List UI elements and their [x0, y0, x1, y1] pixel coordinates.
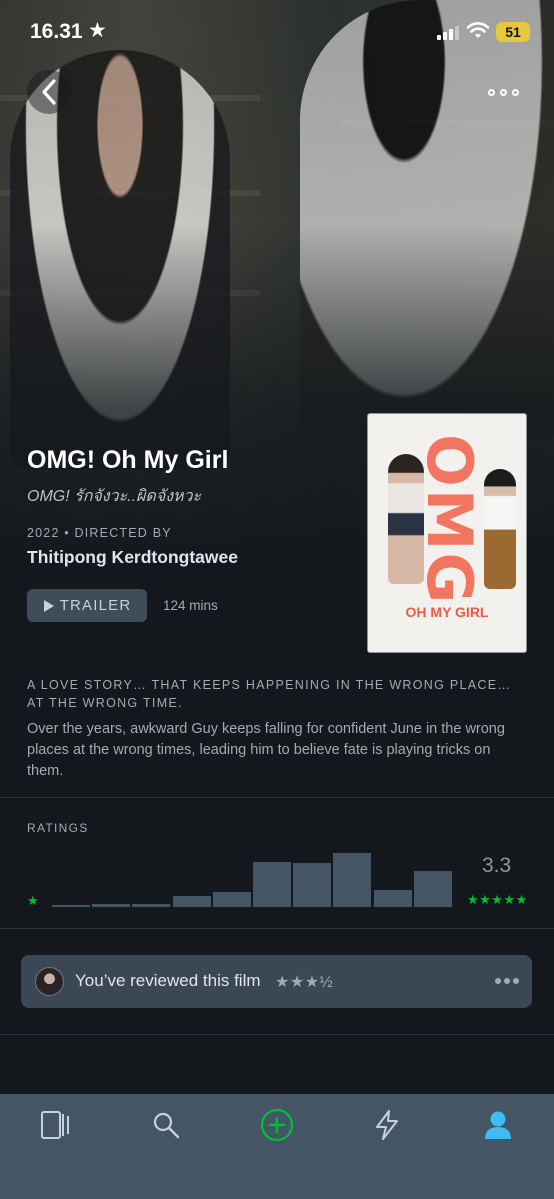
review-status-text: You’ve reviewed this film — [75, 971, 261, 990]
trailer-button[interactable]: TRAILER — [27, 589, 147, 622]
back-button[interactable] — [27, 70, 71, 114]
tab-films[interactable] — [36, 1108, 76, 1142]
more-options-button[interactable] — [478, 72, 528, 112]
histogram-bar — [333, 853, 372, 907]
more-dot-icon — [513, 978, 519, 984]
ratings-heading: RATINGS — [27, 821, 89, 835]
ratings-histogram[interactable] — [52, 840, 454, 907]
histogram-bar — [293, 863, 332, 907]
review-more-button[interactable] — [495, 973, 521, 989]
wifi-icon — [467, 22, 489, 38]
add-icon — [260, 1108, 294, 1142]
more-dot-icon — [511, 88, 519, 96]
search-icon — [153, 1112, 180, 1139]
histogram-bar — [373, 890, 412, 907]
status-bar: 16.31 ★ 51 — [0, 0, 554, 62]
tab-activity[interactable] — [367, 1108, 407, 1142]
more-dot-icon — [504, 978, 510, 984]
histogram-bar — [52, 905, 90, 907]
histogram-bar — [413, 871, 452, 907]
histogram-bar — [92, 904, 131, 907]
divider — [0, 928, 554, 929]
rating-max-stars-icon: ★★★★★ — [467, 892, 528, 907]
divider — [0, 1034, 554, 1035]
chevron-left-icon — [42, 79, 56, 105]
synopsis[interactable]: Over the years, awkward Guy keeps fallin… — [27, 719, 527, 782]
histogram-bar — [172, 896, 211, 907]
director-link[interactable]: Thitipong Kerdtongtawee — [27, 547, 238, 568]
your-review-bar[interactable]: You’ve reviewed this film ★★★½ — [21, 955, 532, 1008]
more-dot-icon — [487, 88, 495, 96]
histogram-bar — [132, 904, 171, 907]
battery-icon: 51 — [496, 22, 530, 42]
bottom-tab-bar — [0, 1094, 554, 1199]
histogram-bar — [212, 892, 251, 907]
tab-profile[interactable] — [478, 1108, 518, 1142]
film-alternative-title: OMG! รักจังวะ..ผิดจังหวะ — [27, 488, 202, 505]
status-time: 16.31 — [30, 20, 83, 43]
rating-min-star-icon: ★ — [27, 893, 39, 908]
poster-subtitle-art: OH MY GIRL — [405, 604, 489, 620]
film-title: OMG! Oh My Girl — [27, 446, 229, 474]
film-poster[interactable]: OMG OH MY GIRL — [367, 413, 527, 653]
film-year-director-label: 2022 • DIRECTED BY — [27, 526, 172, 540]
signal-icon — [437, 26, 459, 40]
lightning-icon — [376, 1110, 398, 1140]
play-icon — [43, 599, 54, 612]
tagline: A LOVE STORY… THAT KEEPS HAPPENING IN TH… — [27, 678, 512, 710]
average-rating: 3.3 — [482, 854, 512, 877]
avatar — [35, 967, 64, 996]
runtime: 124 mins — [163, 598, 218, 613]
review-stars: ★★★½ — [275, 974, 334, 991]
more-dot-icon — [499, 88, 507, 96]
star-icon: ★ — [88, 19, 107, 42]
more-dot-icon — [495, 978, 501, 984]
trailer-label: TRAILER — [59, 597, 132, 614]
tab-search[interactable] — [146, 1108, 186, 1142]
histogram-bar — [253, 862, 291, 907]
divider — [0, 797, 554, 798]
profile-icon — [485, 1111, 511, 1139]
tab-add[interactable] — [257, 1108, 297, 1142]
films-icon — [41, 1111, 69, 1139]
